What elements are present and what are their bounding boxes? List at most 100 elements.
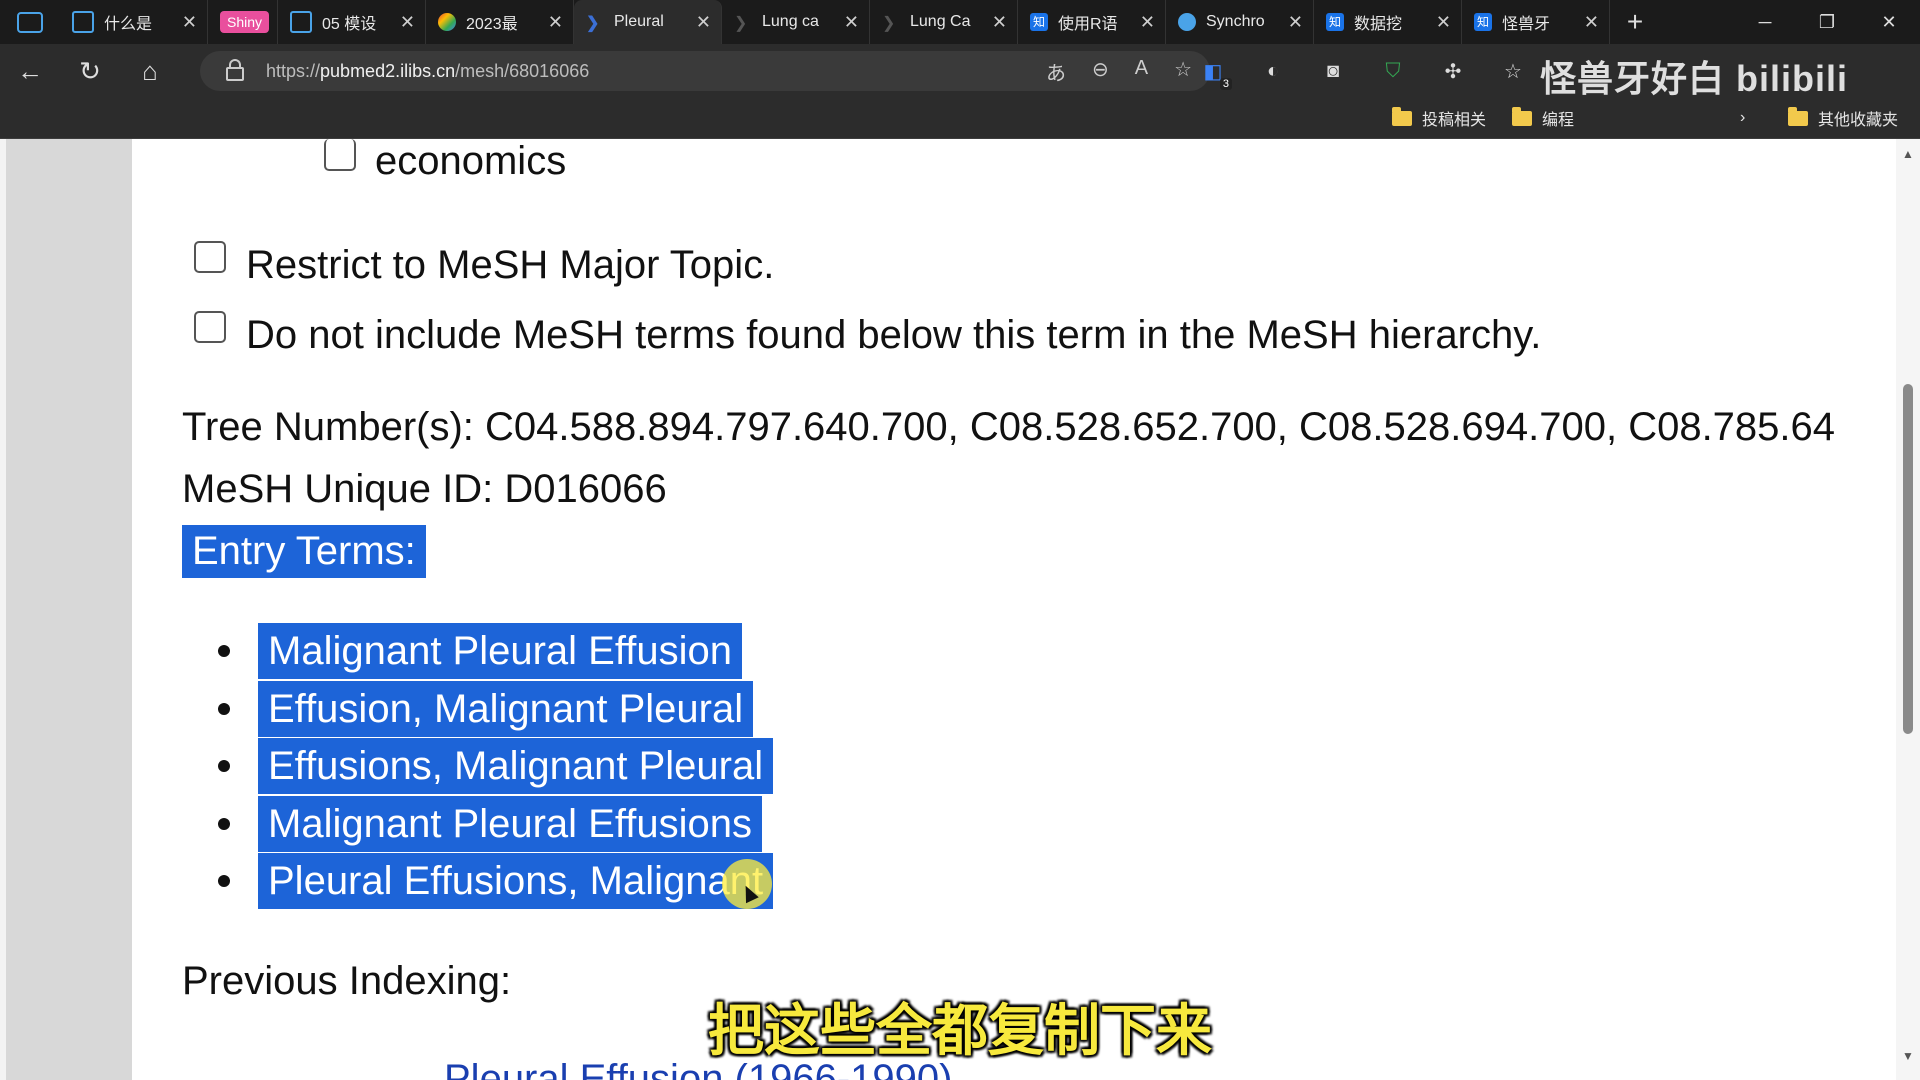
entry-term-text[interactable]: Malignant Pleural Effusions [258,795,762,852]
close-tab-icon[interactable]: ✕ [548,12,563,33]
page-scrollbar[interactable]: ▲ ▼ [1896,139,1920,1080]
scrollbar-thumb[interactable] [1903,384,1913,734]
lock-icon[interactable] [226,59,244,81]
extension-edge-icon[interactable]: ◐ [1260,58,1286,84]
close-tab-icon[interactable]: ✕ [1140,12,1155,33]
tab-title: Lung ca [762,13,819,30]
entry-term-text[interactable]: Malignant Pleural Effusion [258,623,742,679]
tab-title: 什么是 [104,16,153,33]
new-tab-button[interactable]: + [1610,6,1660,38]
close-tab-icon[interactable]: ✕ [182,12,197,33]
tab-title: Synchro [1206,13,1265,30]
entry-term-text[interactable]: Effusion, Malignant Pleural [258,680,754,737]
other-favorites-folder[interactable]: 其他收藏夹 [1788,98,1898,138]
bullet-icon [218,875,230,887]
video-subtitle: 把这些全都复制下来 [708,999,1212,1062]
scroll-up-arrow-icon[interactable]: ▲ [1902,147,1914,161]
favorites-icon[interactable]: ☆ [1500,58,1526,84]
entry-term-item: Malignant Pleural Effusion [218,623,773,681]
address-bar[interactable]: https://pubmed2.ilibs.cn/mesh/68016066 あ… [200,51,1210,91]
translate-icon[interactable]: あ [1046,57,1066,86]
zhihu-favicon-icon: 知 [1030,13,1048,31]
folder-icon [1392,106,1412,126]
economics-checkbox[interactable] [324,139,356,171]
tab-favicon-icon [1178,13,1196,31]
tab-favicon-icon: ❯ [586,15,600,32]
browser-toolbar: ← ↻ ⌂ https://pubmed2.ilibs.cn/mesh/6801… [0,44,1920,99]
entry-term-item: Malignant Pleural Effusions [218,795,773,854]
refresh-icon[interactable]: ↻ [60,44,120,98]
tab-2[interactable]: 05 模设 ✕ [278,0,426,44]
close-window-icon[interactable]: ✕ [1858,0,1920,44]
restore-icon[interactable]: ❐ [1796,0,1858,44]
bullet-icon [218,645,230,657]
tab-0[interactable]: 什么是 ✕ [60,0,208,44]
entry-term-item: Effusions, Malignant Pleural [218,738,774,796]
mesh-unique-id: MeSH Unique ID: D016066 [182,467,667,511]
back-icon[interactable]: ← [0,44,60,98]
tab-favicon-icon: ❯ [882,15,896,32]
close-tab-icon[interactable]: ✕ [400,12,415,33]
bookmark-folder[interactable]: 编程 [1512,98,1574,138]
extension-badge: 3 [1219,78,1232,90]
extensions-area: ◧ 3 ◐ ◙ ⛉ ✣ ☆ [1200,44,1526,98]
extensions-puzzle-icon[interactable]: ✣ [1440,58,1466,84]
tab-actions-button[interactable] [0,0,60,44]
favorite-star-icon[interactable]: ☆ [1174,57,1192,86]
tab-favicon-icon: ❯ [734,15,748,32]
tab-title: Lung Ca [910,13,971,30]
restrict-major-topic-checkbox[interactable] [194,241,226,273]
close-tab-icon[interactable]: ✕ [696,12,711,33]
home-icon[interactable]: ⌂ [120,44,180,98]
tab-9[interactable]: 知 数据挖 ✕ [1314,0,1462,44]
bullet-icon [218,817,230,830]
restrict-major-topic-label: Restrict to MeSH Major Topic. [246,243,775,287]
folder-icon [1512,106,1532,126]
extension-translate-icon[interactable]: ◧ 3 [1200,58,1232,90]
close-tab-icon[interactable]: ✕ [844,12,859,33]
minimize-icon[interactable]: ─ [1734,0,1796,44]
tab-title: 数据挖 [1354,16,1403,33]
bookmark-label: 投稿相关 [1422,112,1487,129]
page-left-sidebar [6,139,132,1080]
tab-favicon-icon [72,11,94,33]
close-tab-icon[interactable]: ✕ [1436,12,1451,33]
folder-icon [1788,106,1808,126]
bullet-icon [218,760,230,772]
read-aloud-icon[interactable]: A [1135,57,1148,86]
tab-5[interactable]: ❯ Lung ca ✕ [722,0,870,44]
tab-title: 2023最 [466,16,518,33]
bookmarks-overflow-chevron-icon[interactable]: › [1740,98,1745,138]
tab-1[interactable]: Shiny [208,0,278,44]
close-tab-icon[interactable]: ✕ [992,12,1007,33]
tab-10[interactable]: 知 怪兽牙 ✕ [1462,0,1610,44]
zoom-out-icon[interactable]: ⊖ [1092,57,1109,86]
entry-term-item: Pleural Effusions, Malignant [218,853,774,911]
tab-8[interactable]: Synchro ✕ [1166,0,1314,44]
entry-terms-heading: Entry Terms: [182,525,426,578]
tab-favicon-icon [290,11,312,33]
page-viewport: economics Restrict to MeSH Major Topic. … [0,139,1920,1080]
tab-4-active[interactable]: ❯ Pleural ✕ [574,0,722,44]
exclude-below-label: Do not include MeSH terms found below th… [246,313,1542,357]
entry-term-text[interactable]: Pleural Effusions, Malignant [258,853,774,909]
close-tab-icon[interactable]: ✕ [1288,12,1303,33]
zhihu-favicon-icon: 知 [1326,13,1344,31]
tab-3[interactable]: 2023最 ✕ [426,0,574,44]
economics-label: economics [375,139,567,183]
tab-title: 05 模设 [322,16,377,33]
exclude-below-checkbox[interactable] [194,311,226,343]
tab-favicon-icon [438,13,456,31]
url-text[interactable]: https://pubmed2.ilibs.cn/mesh/68016066 [266,61,589,82]
tab-title: 使用R语 [1058,16,1118,33]
extension-shield-icon[interactable]: ⛉ [1380,58,1406,84]
tab-strip: 什么是 ✕ Shiny 05 模设 ✕ 2023最 ✕ ❯ Pleural ✕ … [0,0,1920,44]
tab-7[interactable]: 知 使用R语 ✕ [1018,0,1166,44]
bookmark-folder[interactable]: 投稿相关 [1392,98,1486,138]
bilibili-watermark: 怪兽牙好白 bilibili [1540,58,1849,99]
extension-mask-icon[interactable]: ◙ [1320,58,1346,84]
close-tab-icon[interactable]: ✕ [1584,12,1599,33]
entry-term-text[interactable]: Effusions, Malignant Pleural [258,738,774,794]
tab-6[interactable]: ❯ Lung Ca ✕ [870,0,1018,44]
bookmarks-bar: 投稿相关 编程 › 其他收藏夹 [0,98,1920,139]
